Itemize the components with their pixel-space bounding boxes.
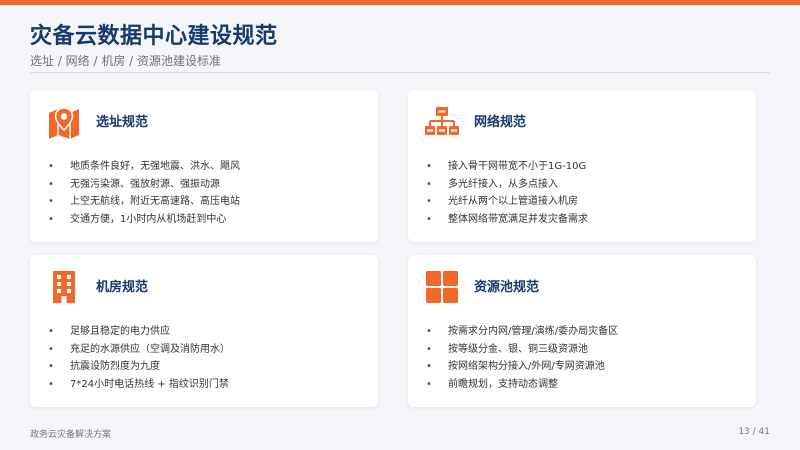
list-item: 充足的水源供应（空调及消防用水）: [46, 341, 230, 359]
card-machine-room: 机房规范 足够且稳定的电力供应 充足的水源供应（空调及消防用水） 抗震设防烈度为…: [30, 255, 378, 407]
list-item: 足够且稳定的电力供应: [46, 323, 230, 341]
list-item: 上空无航线，附近无高速路、高压电站: [46, 193, 240, 211]
list-item: 前瞻规划，支持动态调整: [424, 376, 618, 394]
top-accent-bar: [0, 0, 800, 5]
card-site-selection: 选址规范 地质条件良好，无强地震、洪水、飓风 无强污染源、强放射源、强振动源 上…: [30, 90, 378, 242]
card-list: 接入骨干网带宽不小于1G-10G 多光纤接入，从多点接入 光纤从两个以上管道接入…: [424, 158, 588, 228]
list-item: 按网络架构分接入/外网/专网资源池: [424, 358, 618, 376]
card-title: 资源池规范: [474, 280, 540, 295]
card-list: 地质条件良好，无强地震、洪水、飓风 无强污染源、强放射源、强振动源 上空无航线，…: [46, 158, 240, 228]
list-item: 交通方便，1小时内从机场赶到中心: [46, 211, 240, 229]
header-divider: [30, 72, 770, 73]
list-item: 接入骨干网带宽不小于1G-10G: [424, 158, 588, 176]
list-item: 按需求分内网/管理/演练/委办局灾备区: [424, 323, 618, 341]
page-title: 灾备云数据中心建设规范: [30, 24, 278, 49]
list-item: 无强污染源、强放射源、强振动源: [46, 176, 240, 194]
card-title: 选址规范: [96, 115, 149, 130]
card-title: 网络规范: [474, 115, 527, 130]
footer-caption: 政务云灾备解决方案: [30, 430, 112, 440]
list-item: 抗震设防烈度为九度: [46, 358, 230, 376]
breadcrumb: 选址 / 网络 / 机房 / 资源池建设标准: [30, 54, 222, 68]
page-number: 13 / 41: [738, 427, 770, 437]
card-resource-pool: 资源池规范 按需求分内网/管理/演练/委办局灾备区 按等级分金、银、铜三级资源池…: [408, 255, 756, 407]
card-list: 按需求分内网/管理/演练/委办局灾备区 按等级分金、银、铜三级资源池 按网络架构…: [424, 323, 618, 393]
network-icon: [424, 104, 460, 140]
grid-icon: [424, 269, 460, 305]
building-icon: [46, 269, 82, 305]
map-pin-icon: [46, 104, 82, 140]
list-item: 地质条件良好，无强地震、洪水、飓风: [46, 158, 240, 176]
card-title: 机房规范: [96, 280, 149, 295]
list-item: 光纤从两个以上管道接入机房: [424, 193, 588, 211]
list-item: 多光纤接入，从多点接入: [424, 176, 588, 194]
list-item: 7*24小时电话热线 + 指纹识别门禁: [46, 376, 230, 394]
list-item: 整体网络带宽满足并发灾备需求: [424, 211, 588, 229]
card-list: 足够且稳定的电力供应 充足的水源供应（空调及消防用水） 抗震设防烈度为九度 7*…: [46, 323, 230, 393]
card-network: 网络规范 接入骨干网带宽不小于1G-10G 多光纤接入，从多点接入 光纤从两个以…: [408, 90, 756, 242]
list-item: 按等级分金、银、铜三级资源池: [424, 341, 618, 359]
